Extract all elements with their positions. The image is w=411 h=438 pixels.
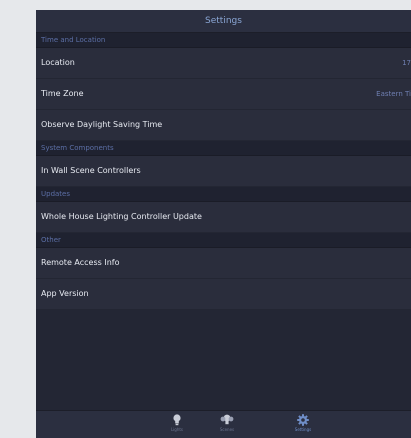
tab-label: Scenes (219, 427, 235, 432)
row-label: Remote Access Info (41, 258, 120, 267)
row-label: Whole House Lighting Controller Update (41, 212, 202, 221)
location-value: 17 (402, 59, 411, 67)
tab-label: Lights (170, 427, 184, 432)
gear-icon (297, 414, 309, 426)
tab-lights[interactable]: Lights (157, 414, 197, 433)
time-zone-row[interactable]: Time Zone Eastern Ti (36, 79, 411, 110)
app-version-row[interactable]: App Version (36, 279, 411, 310)
controller-update-row[interactable]: Whole House Lighting Controller Update (36, 202, 411, 233)
row-label: In Wall Scene Controllers (41, 166, 141, 175)
section-header-label: System Components (41, 144, 114, 152)
section-header-time-location: Time and Location (36, 33, 411, 48)
time-zone-value: Eastern Ti (376, 90, 411, 98)
section-header-other: Other (36, 233, 411, 248)
in-wall-scene-controllers-row[interactable]: In Wall Scene Controllers (36, 156, 411, 187)
row-label: Time Zone (41, 89, 84, 98)
page-title: Settings (205, 16, 242, 26)
tab-settings[interactable]: Settings (283, 414, 323, 433)
settings-screen: Settings Time and Location Location 17 T… (36, 10, 411, 438)
tab-bar: Lights Scenes Settings (36, 410, 411, 438)
daylight-saving-row[interactable]: Observe Daylight Saving Time (36, 110, 411, 141)
section-header-label: Other (41, 236, 61, 244)
tab-scenes[interactable]: Scenes (207, 414, 247, 433)
remote-access-info-row[interactable]: Remote Access Info (36, 248, 411, 279)
section-header-label: Updates (41, 190, 70, 198)
section-header-system-components: System Components (36, 141, 411, 156)
row-label: Location (41, 58, 75, 67)
section-header-label: Time and Location (41, 36, 106, 44)
row-label: App Version (41, 289, 89, 298)
scenes-icon (220, 414, 234, 425)
section-header-updates: Updates (36, 187, 411, 202)
row-label: Observe Daylight Saving Time (41, 120, 163, 129)
location-row[interactable]: Location 17 (36, 48, 411, 79)
lightbulb-icon (173, 414, 181, 426)
nav-bar: Settings (36, 10, 411, 33)
tab-label: Settings (294, 427, 312, 432)
